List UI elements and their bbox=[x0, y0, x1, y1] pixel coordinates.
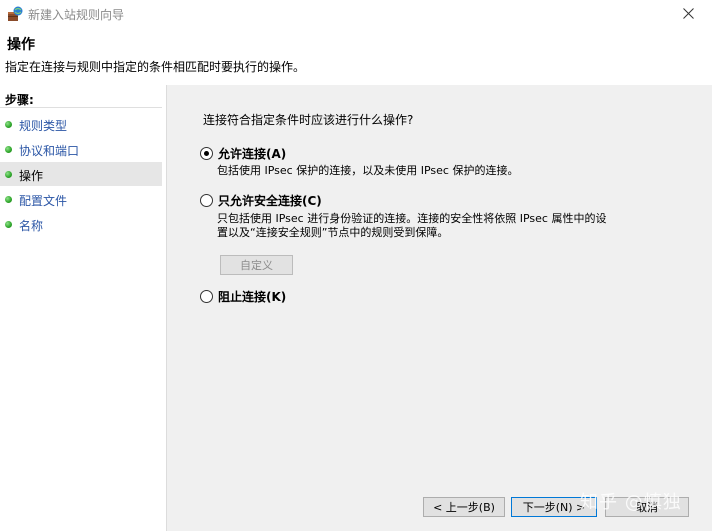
steps-title: 步骤: bbox=[5, 93, 34, 107]
secure-connection-description-line2: 置以及“连接安全规则”节点中的规则受到保障。 bbox=[217, 226, 449, 239]
step-bullet-icon bbox=[5, 196, 12, 203]
secure-connection-radio[interactable] bbox=[200, 194, 213, 207]
secure-connection-description-line1: 只包括使用 IPsec 进行身份验证的连接。连接的安全性将依照 IPsec 属性… bbox=[217, 212, 607, 225]
step-bullet-icon bbox=[5, 146, 12, 153]
step-action[interactable]: 操作 bbox=[0, 162, 162, 186]
step-bullet-icon bbox=[5, 221, 12, 228]
step-label: 协议和端口 bbox=[19, 144, 80, 158]
page-title: 操作 bbox=[7, 37, 35, 53]
action-question: 连接符合指定条件时应该进行什么操作? bbox=[203, 113, 414, 127]
step-bullet-icon bbox=[5, 121, 12, 128]
allow-connection-label: 允许连接(A) bbox=[218, 147, 287, 161]
block-connection-radio[interactable] bbox=[200, 290, 213, 303]
step-label: 配置文件 bbox=[19, 194, 68, 208]
step-protocol-ports[interactable]: 协议和端口 bbox=[0, 137, 162, 161]
allow-connection-radio[interactable] bbox=[200, 147, 213, 160]
steps-divider bbox=[0, 107, 162, 108]
step-label: 规则类型 bbox=[19, 119, 68, 133]
title-bar: 新建入站规则向导 bbox=[0, 0, 712, 28]
window-title: 新建入站规则向导 bbox=[28, 8, 125, 22]
secure-connection-label: 只允许安全连接(C) bbox=[218, 194, 322, 208]
close-icon bbox=[683, 8, 694, 19]
step-profile[interactable]: 配置文件 bbox=[0, 187, 162, 211]
allow-connection-description: 包括使用 IPsec 保护的连接，以及未使用 IPsec 保护的连接。 bbox=[217, 164, 519, 177]
firewall-icon bbox=[8, 6, 23, 21]
step-label: 操作 bbox=[19, 169, 44, 183]
step-label: 名称 bbox=[19, 219, 44, 233]
watermark: 知乎 @慎独 bbox=[580, 492, 682, 513]
step-name[interactable]: 名称 bbox=[0, 212, 162, 236]
block-connection-label: 阻止连接(K) bbox=[218, 290, 287, 304]
steps-sidebar: 步骤: 规则类型 协议和端口 操作 配置文件 名称 bbox=[0, 85, 167, 531]
action-panel: 连接符合指定条件时应该进行什么操作? 允许连接(A) 包括使用 IPsec 保护… bbox=[167, 85, 712, 531]
back-button[interactable]: < 上一步(B) bbox=[423, 497, 505, 517]
step-rule-type[interactable]: 规则类型 bbox=[0, 112, 162, 136]
page-description: 指定在连接与规则中指定的条件相匹配时要执行的操作。 bbox=[5, 60, 306, 74]
wizard-header: 操作 指定在连接与规则中指定的条件相匹配时要执行的操作。 bbox=[0, 28, 712, 84]
close-button[interactable] bbox=[666, 0, 712, 28]
customize-button[interactable]: 自定义 bbox=[220, 255, 293, 275]
step-bullet-icon bbox=[5, 171, 12, 178]
